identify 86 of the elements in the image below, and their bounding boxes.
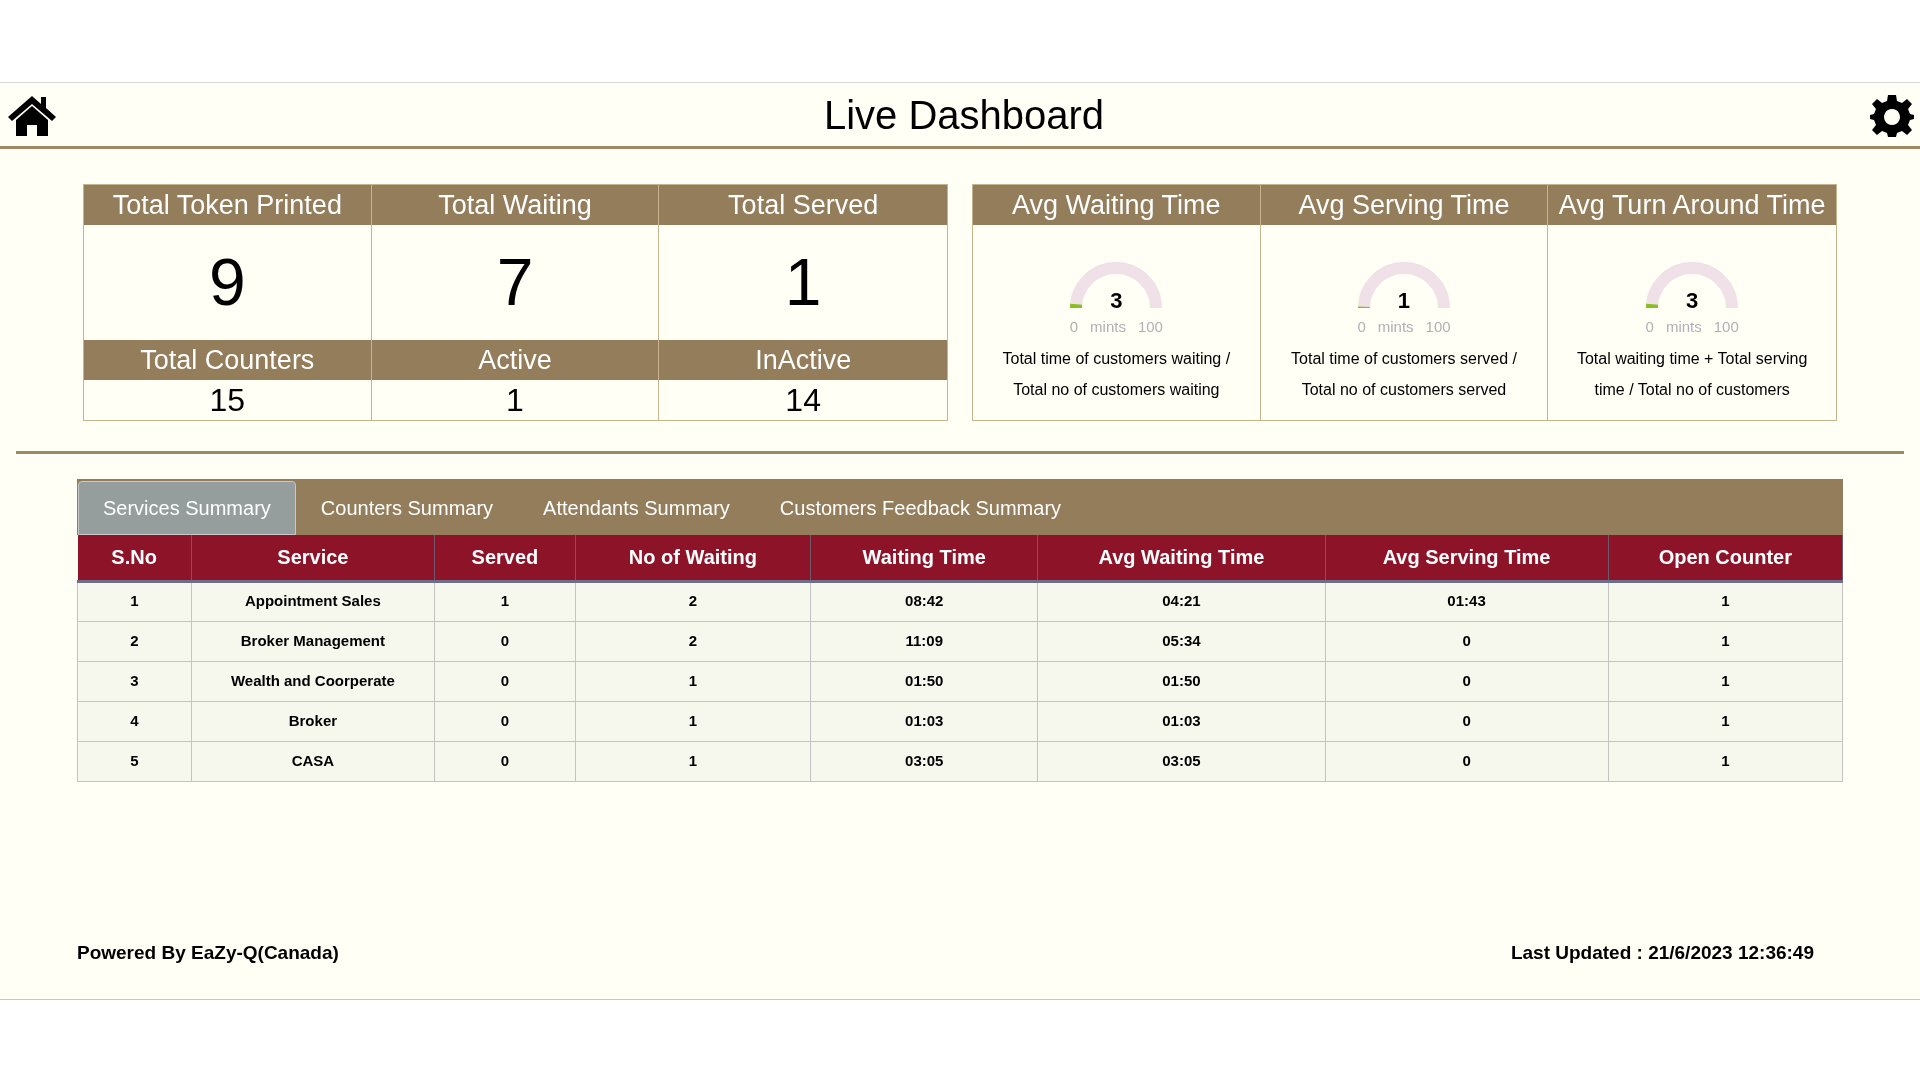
table-cell: 1 bbox=[1608, 661, 1843, 701]
stat-value: 7 bbox=[495, 244, 535, 321]
column-header: Avg Serving Time bbox=[1325, 535, 1609, 581]
table-cell: 1 bbox=[1608, 621, 1843, 661]
table-cell: 4 bbox=[77, 701, 192, 741]
gauge-value: 3 bbox=[1109, 290, 1124, 312]
table-cell: 0 bbox=[434, 661, 576, 701]
gauge-unit: mints bbox=[1090, 317, 1126, 337]
stat-value: 1 bbox=[505, 381, 525, 420]
stat-label: Total Counters bbox=[84, 340, 371, 380]
column-header: Served bbox=[434, 535, 576, 581]
table-cell: 2 bbox=[77, 621, 192, 661]
column-header: No of Waiting bbox=[575, 535, 811, 581]
gauge-unit: mints bbox=[1665, 317, 1702, 337]
table-cell: 1 bbox=[77, 581, 192, 621]
stat-value: 15 bbox=[208, 381, 247, 420]
stat-value: 1 bbox=[783, 244, 823, 321]
stat-label: Active bbox=[371, 340, 659, 380]
tab[interactable]: Services Summary bbox=[78, 481, 296, 535]
table-cell: 3 bbox=[77, 661, 192, 701]
table-cell: 11:09 bbox=[810, 621, 1038, 661]
table-cell: 0 bbox=[1325, 621, 1609, 661]
table-cell: 01:50 bbox=[810, 661, 1038, 701]
table-cell: 1 bbox=[1608, 741, 1843, 781]
gauge-max: 100 bbox=[1425, 317, 1451, 337]
gauge-title: Avg Waiting Time bbox=[973, 185, 1260, 225]
table-cell: 01:03 bbox=[810, 701, 1038, 741]
gauge-min: 0 bbox=[1069, 317, 1079, 337]
table-cell: Wealth and Coorperate bbox=[191, 661, 435, 701]
stat-label: InActive bbox=[659, 340, 947, 380]
table-cell: 1 bbox=[1608, 581, 1843, 621]
gauge-title: Avg Serving Time bbox=[1260, 185, 1548, 225]
table-cell: 01:03 bbox=[1037, 701, 1325, 741]
table-cell: 1 bbox=[575, 661, 811, 701]
gauge-min: 0 bbox=[1357, 317, 1366, 337]
column-header: Open Counter bbox=[1608, 535, 1843, 581]
table-cell: CASA bbox=[191, 741, 435, 781]
stat-value: 14 bbox=[784, 381, 822, 420]
table-cell: 0 bbox=[434, 701, 576, 741]
page-title: Live Dashboard bbox=[823, 91, 1105, 139]
table-cell: 03:05 bbox=[1037, 741, 1325, 781]
table-cell: 0 bbox=[434, 621, 576, 661]
table-cell: Broker Management bbox=[191, 621, 435, 661]
column-header: S.No bbox=[77, 535, 192, 581]
table-cell: 0 bbox=[434, 741, 576, 781]
table-cell: 04:21 bbox=[1037, 581, 1325, 621]
stat-label: Total Waiting bbox=[371, 185, 659, 225]
table-cell: 0 bbox=[1325, 661, 1609, 701]
column-header: Avg Waiting Time bbox=[1037, 535, 1325, 581]
gauge-title: Avg Turn Around Time bbox=[1548, 185, 1836, 225]
gauge-min: 0 bbox=[1645, 317, 1654, 337]
last-updated-text: Last Updated : 21/6/2023 12:36:49 bbox=[1510, 940, 1814, 965]
table-cell: 01:50 bbox=[1037, 661, 1325, 701]
gauge-max: 100 bbox=[1713, 317, 1739, 337]
table-cell: 1 bbox=[434, 581, 576, 621]
gauge-description: Total time of customers served / Total no of customers served bbox=[1290, 348, 1518, 400]
table-cell: 08:42 bbox=[810, 581, 1038, 621]
settings-icon[interactable] bbox=[1870, 92, 1914, 137]
stat-label: Total Token Printed bbox=[84, 185, 371, 225]
tab[interactable]: Counters Summary bbox=[295, 481, 519, 535]
column-header: Service bbox=[191, 535, 435, 581]
stat-label: Total Served bbox=[659, 185, 947, 225]
table-cell: 1 bbox=[575, 741, 811, 781]
tab[interactable]: Attendants Summary bbox=[518, 481, 755, 535]
gauge-description: Total waiting time + Total serving time / Total no of customers bbox=[1575, 348, 1809, 400]
table-cell: Appointment Sales bbox=[191, 581, 435, 621]
gauge-value: 1 bbox=[1396, 290, 1412, 312]
powered-by-text: Powered By EaZy-Q(Canada) bbox=[77, 940, 339, 965]
table-cell: 1 bbox=[1608, 701, 1843, 741]
table-cell: 2 bbox=[575, 621, 811, 661]
table-cell: 2 bbox=[575, 581, 811, 621]
table-cell: 0 bbox=[1325, 741, 1609, 781]
tab[interactable]: Customers Feedback Summary bbox=[754, 481, 1087, 535]
table-cell: 03:05 bbox=[810, 741, 1038, 781]
column-header: Waiting Time bbox=[810, 535, 1038, 581]
table-cell: Broker bbox=[191, 701, 435, 741]
table-cell: 0 bbox=[1325, 701, 1609, 741]
gauge-description: Total time of customers waiting / Total no of customers waiting bbox=[1001, 348, 1232, 400]
table-cell: 05:34 bbox=[1037, 621, 1325, 661]
gauge-max: 100 bbox=[1137, 317, 1163, 337]
table-cell: 01:43 bbox=[1325, 581, 1609, 621]
stat-value: 9 bbox=[207, 244, 247, 321]
table-cell: 1 bbox=[575, 701, 811, 741]
gauge-value: 3 bbox=[1685, 290, 1700, 312]
gauge-unit: mints bbox=[1377, 317, 1414, 337]
table-cell: 5 bbox=[77, 741, 192, 781]
